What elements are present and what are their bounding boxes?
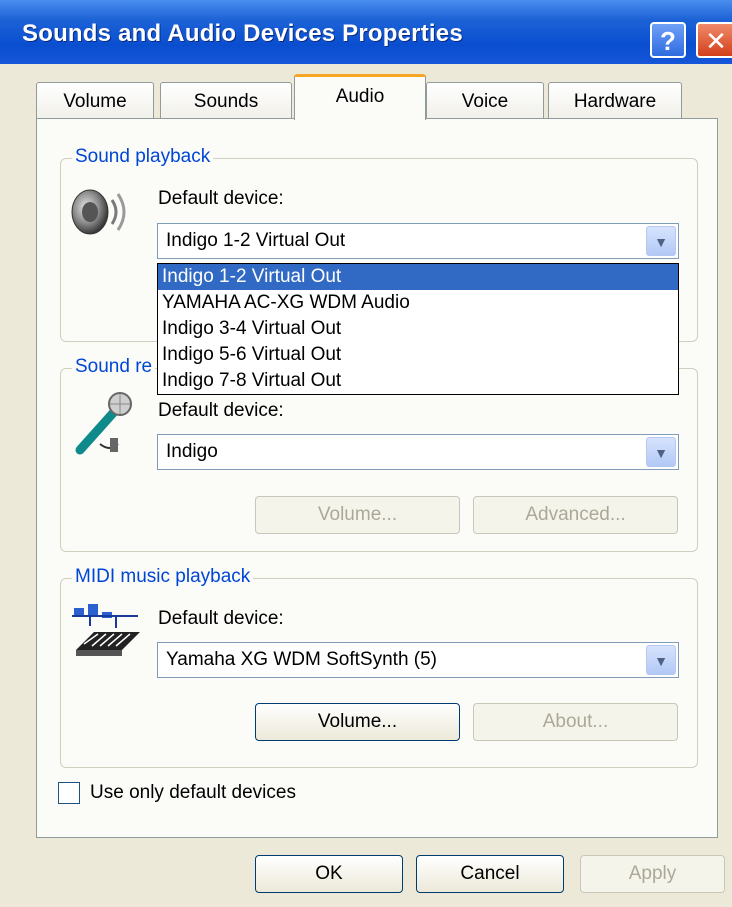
speaker-icon xyxy=(71,189,126,235)
midi-default-device-label: Default device: xyxy=(158,608,284,629)
midi-playback-legend: MIDI music playback xyxy=(72,566,254,588)
midi-volume-button[interactable]: Volume... xyxy=(255,703,460,741)
tab-voice[interactable]: Voice xyxy=(426,82,544,120)
chevron-down-icon[interactable]: ▼ xyxy=(646,645,676,675)
midi-about-button[interactable]: About... xyxy=(473,703,678,741)
playback-device-select[interactable]: Indigo 1-2 Virtual Out ▼ xyxy=(157,223,679,259)
ok-button[interactable]: OK xyxy=(255,855,403,893)
microphone-icon xyxy=(75,392,132,455)
sound-recording-legend: Sound re xyxy=(72,356,156,378)
close-button[interactable]: ✕ xyxy=(696,22,732,58)
playback-device-value: Indigo 1-2 Virtual Out xyxy=(166,230,346,251)
help-button[interactable]: ? xyxy=(650,22,686,58)
playback-device-dropdown-list[interactable]: Indigo 1-2 Virtual Out YAMAHA AC-XG WDM … xyxy=(157,263,679,395)
recording-advanced-button[interactable]: Advanced... xyxy=(473,496,678,534)
midi-device-select[interactable]: Yamaha XG WDM SoftSynth (5) ▼ xyxy=(157,642,679,678)
dropdown-option[interactable]: Indigo 1-2 Virtual Out xyxy=(158,264,678,290)
midi-device-value: Yamaha XG WDM SoftSynth (5) xyxy=(166,649,438,670)
dropdown-option[interactable]: Indigo 3-4 Virtual Out xyxy=(158,316,678,342)
use-only-default-devices-label: Use only default devices xyxy=(90,782,296,803)
tab-sounds[interactable]: Sounds xyxy=(160,82,292,120)
recording-volume-button[interactable]: Volume... xyxy=(255,496,460,534)
dropdown-option[interactable]: Indigo 7-8 Virtual Out xyxy=(158,368,678,394)
cancel-button[interactable]: Cancel xyxy=(416,855,564,893)
dropdown-option[interactable]: YAMAHA AC-XG WDM Audio xyxy=(158,290,678,316)
sound-playback-legend: Sound playback xyxy=(72,146,214,168)
use-only-default-devices-checkbox[interactable] xyxy=(58,782,80,804)
title-bar[interactable]: Sounds and Audio Devices Properties ? ✕ xyxy=(0,0,732,64)
recording-device-select[interactable]: Indigo ▼ xyxy=(157,434,679,470)
recording-default-device-label: Default device: xyxy=(158,400,284,421)
chevron-down-icon[interactable]: ▼ xyxy=(646,437,676,467)
tab-audio[interactable]: Audio xyxy=(294,74,426,120)
playback-default-device-label: Default device: xyxy=(158,188,284,209)
chevron-down-icon[interactable]: ▼ xyxy=(646,226,676,256)
tab-volume[interactable]: Volume xyxy=(36,82,154,120)
dropdown-option[interactable]: Indigo 5-6 Virtual Out xyxy=(158,342,678,368)
midi-keyboard-icon xyxy=(72,604,140,656)
window-title: Sounds and Audio Devices Properties xyxy=(22,20,463,47)
apply-button[interactable]: Apply xyxy=(580,855,725,893)
tab-hardware[interactable]: Hardware xyxy=(548,82,682,120)
recording-device-value: Indigo xyxy=(166,441,218,462)
